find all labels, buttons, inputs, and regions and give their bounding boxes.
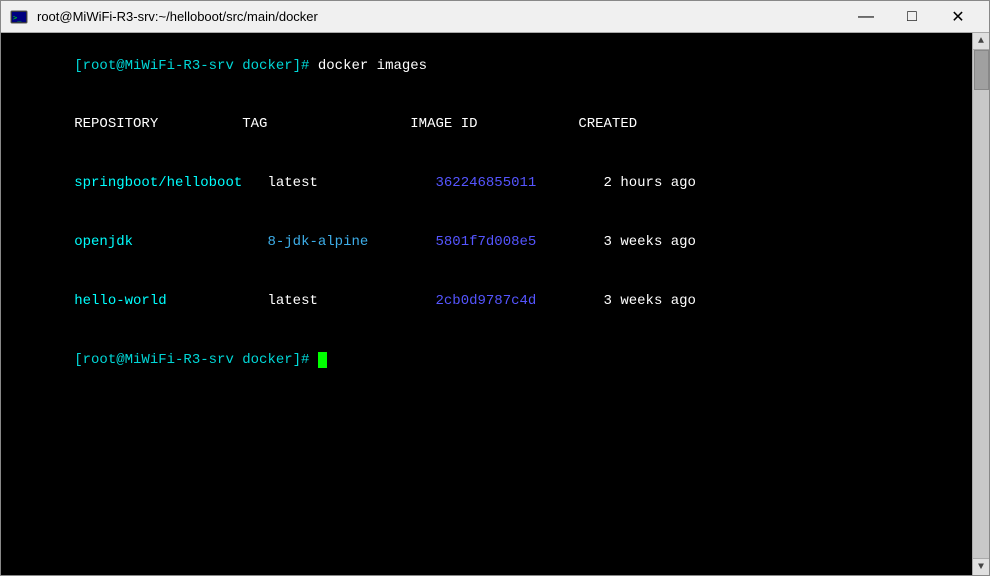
- tag-3: latest: [267, 293, 435, 309]
- id-1: 362246855011: [436, 175, 604, 191]
- terminal-cursor: [318, 352, 327, 368]
- scrollbar[interactable]: ▲ ▼: [972, 33, 989, 575]
- col-created: CREATED: [578, 116, 746, 132]
- table-row: springboot/helloboot latest 362246855011…: [7, 155, 966, 214]
- repo-2: openjdk: [74, 234, 242, 250]
- window-title: root@MiWiFi-R3-srv:~/helloboot/src/main/…: [37, 9, 843, 24]
- id-3: 2cb0d9787c4d: [436, 293, 604, 309]
- tag-2: 8-jdk-alpine: [267, 234, 435, 250]
- scroll-down-button[interactable]: ▼: [973, 558, 989, 575]
- scrollbar-thumb[interactable]: [974, 50, 989, 90]
- command-text: docker images: [318, 58, 427, 74]
- created-3: 3 weeks ago: [604, 293, 696, 309]
- spacer-3: [242, 293, 267, 309]
- table-row: openjdk 8-jdk-alpine 5801f7d008e5 3 week…: [7, 213, 966, 272]
- svg-text:>_: >_: [13, 14, 22, 22]
- window-icon: >_: [9, 7, 29, 27]
- col-repository: REPOSITORY: [74, 116, 242, 132]
- scroll-up-button[interactable]: ▲: [973, 33, 989, 50]
- maximize-button[interactable]: □: [889, 1, 935, 33]
- window-controls: — □ ✕: [843, 1, 981, 33]
- terminal-area: [root@MiWiFi-R3-srv docker]# docker imag…: [1, 33, 989, 575]
- repo-1: springboot/helloboot: [74, 175, 242, 191]
- tag-1: latest: [267, 175, 435, 191]
- created-2: 3 weeks ago: [604, 234, 696, 250]
- spacer-2: [242, 234, 267, 250]
- col-tag: TAG: [242, 116, 410, 132]
- prompt-text: [root@MiWiFi-R3-srv docker]#: [74, 58, 318, 74]
- scrollbar-track: [973, 50, 989, 558]
- terminal-window: >_ root@MiWiFi-R3-srv:~/helloboot/src/ma…: [0, 0, 990, 576]
- command-line: [root@MiWiFi-R3-srv docker]# docker imag…: [7, 37, 966, 96]
- id-2: 5801f7d008e5: [436, 234, 604, 250]
- col-image-id: IMAGE ID: [410, 116, 578, 132]
- header-row: REPOSITORY TAG IMAGE ID CREATED: [7, 96, 966, 155]
- table-row: hello-world latest 2cb0d9787c4d 3 weeks …: [7, 272, 966, 331]
- title-bar: >_ root@MiWiFi-R3-srv:~/helloboot/src/ma…: [1, 1, 989, 33]
- close-button[interactable]: ✕: [935, 1, 981, 33]
- new-prompt-text: [root@MiWiFi-R3-srv docker]#: [74, 352, 318, 368]
- spacer-1: [242, 175, 267, 191]
- minimize-button[interactable]: —: [843, 1, 889, 33]
- created-1: 2 hours ago: [604, 175, 696, 191]
- repo-3: hello-world: [74, 293, 242, 309]
- terminal-output[interactable]: [root@MiWiFi-R3-srv docker]# docker imag…: [1, 33, 972, 575]
- new-prompt-line: [root@MiWiFi-R3-srv docker]#: [7, 331, 966, 390]
